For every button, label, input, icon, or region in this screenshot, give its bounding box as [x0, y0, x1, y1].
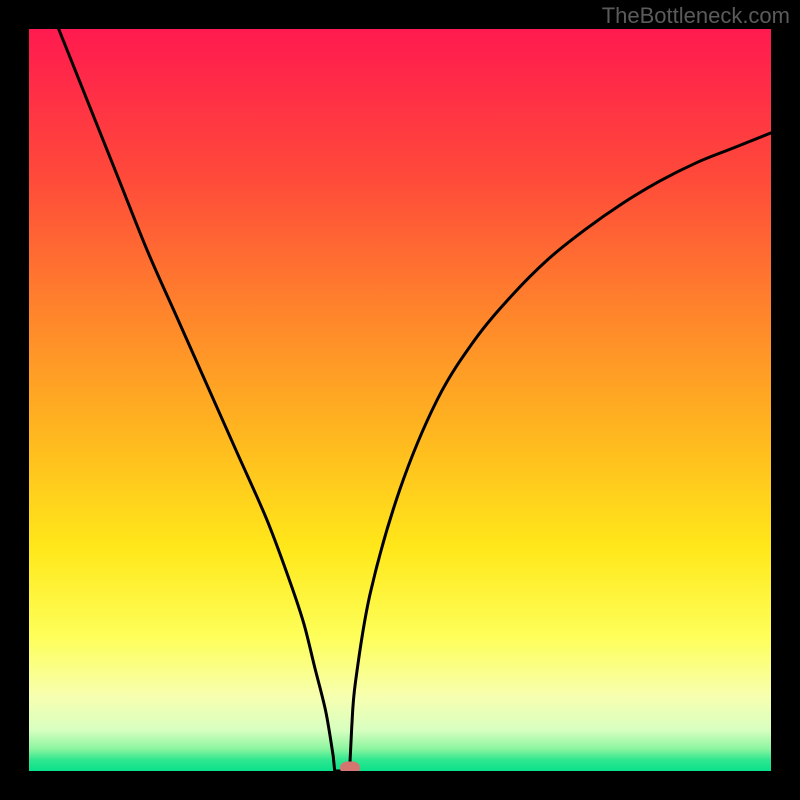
watermark-text: TheBottleneck.com [602, 3, 790, 29]
optimal-point-marker [340, 762, 360, 772]
background-gradient [29, 29, 771, 771]
plot-area [29, 29, 771, 771]
chart-frame: TheBottleneck.com [0, 0, 800, 800]
